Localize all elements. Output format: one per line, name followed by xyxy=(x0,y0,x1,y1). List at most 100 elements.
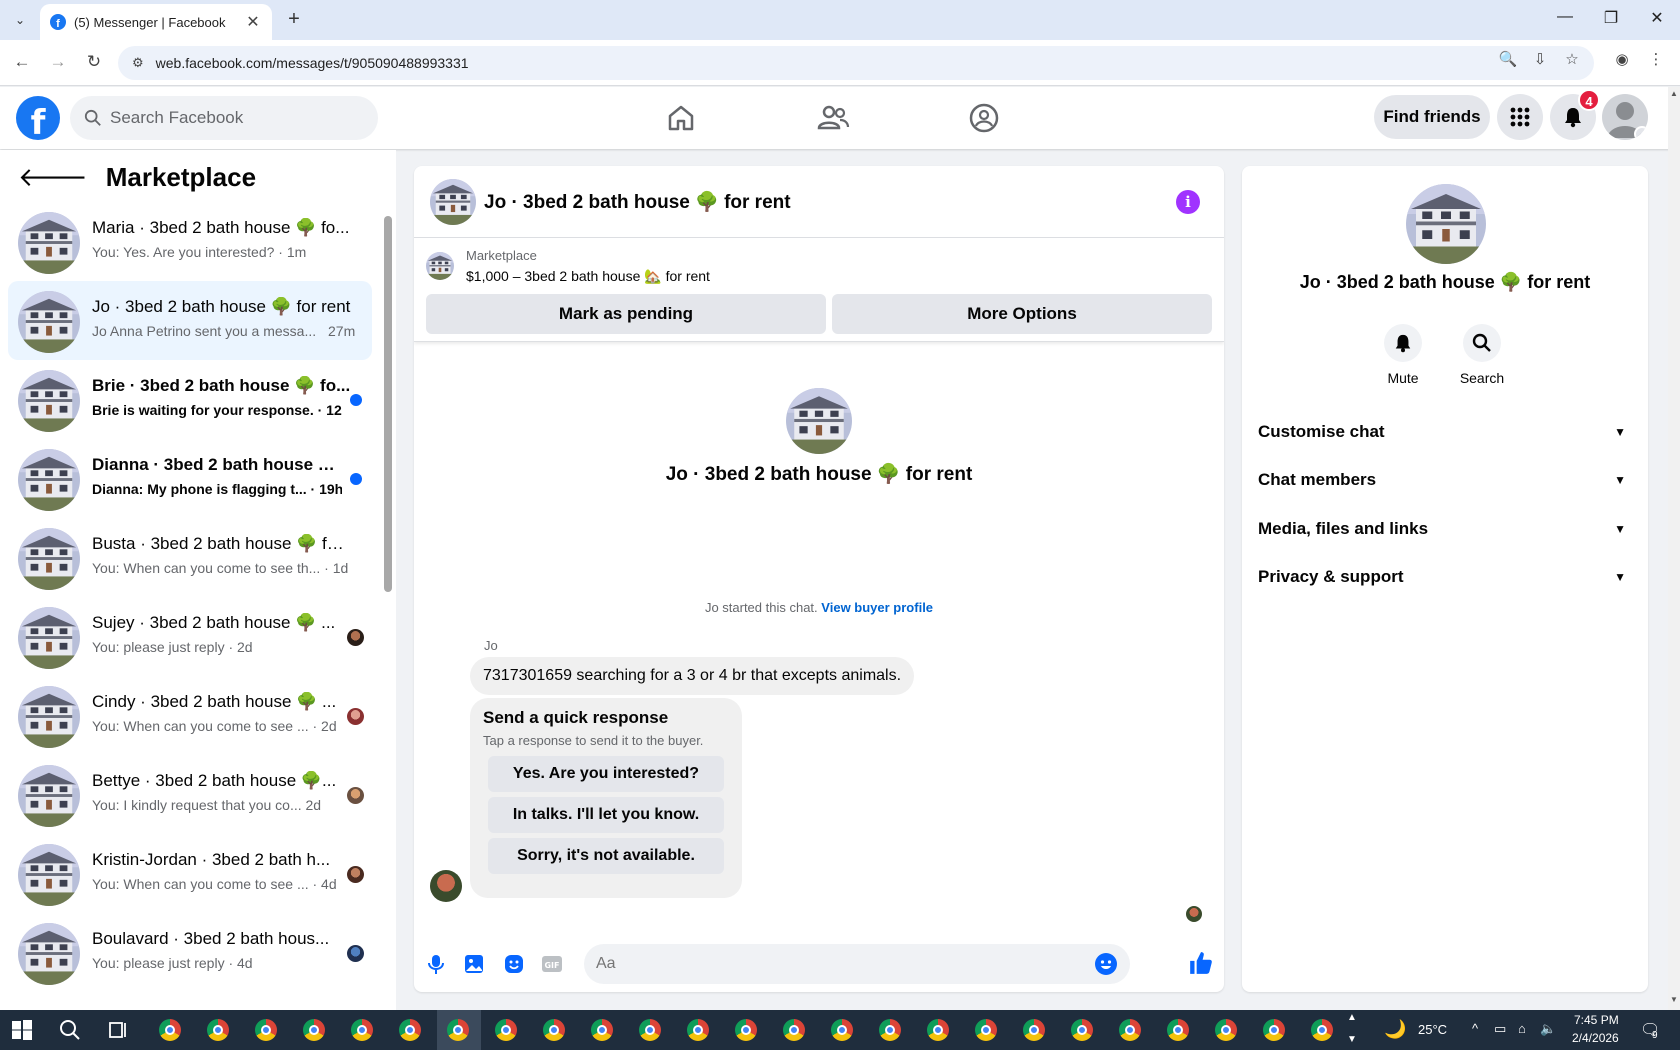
site-info-icon[interactable]: ⚙ xyxy=(132,55,144,71)
chrome-taskbar-icon[interactable] xyxy=(687,1019,709,1041)
address-bar[interactable]: ⚙ web.facebook.com/messages/t/9050904889… xyxy=(118,46,1594,80)
conversation-item[interactable]: Boulavard · 3bed 2 bath hous... You: ple… xyxy=(8,913,372,992)
chrome-taskbar-icon[interactable] xyxy=(1263,1019,1285,1041)
customise-chat-row[interactable]: Customise chat ▼ xyxy=(1258,412,1632,452)
close-tab-icon[interactable]: ✕ xyxy=(244,12,262,32)
scroll-down-icon[interactable]: ▼ xyxy=(1670,995,1678,1004)
more-options-button[interactable]: More Options xyxy=(832,294,1212,334)
chrome-taskbar-icon[interactable] xyxy=(591,1019,613,1041)
conversation-item[interactable]: Dianna · 3bed 2 bath house 🌳... Dianna: … xyxy=(8,439,372,518)
chrome-taskbar-icon[interactable] xyxy=(927,1019,949,1041)
photo-icon[interactable] xyxy=(462,952,486,976)
sticker-icon[interactable] xyxy=(502,952,526,976)
chrome-taskbar-icon[interactable] xyxy=(447,1019,469,1041)
conversation-scrollbar[interactable] xyxy=(382,202,392,1002)
zoom-icon[interactable]: 🔍 xyxy=(1496,50,1520,68)
chrome-taskbar-icon[interactable] xyxy=(975,1019,997,1041)
message-input[interactable] xyxy=(596,944,1086,984)
chrome-taskbar-icon[interactable] xyxy=(207,1019,229,1041)
search-in-conversation-button[interactable]: Search xyxy=(1452,324,1512,386)
listing-price-title[interactable]: $1,000 – 3bed 2 bath house 🏡 for rent xyxy=(466,268,710,285)
account-avatar[interactable]: ⌄ xyxy=(1602,94,1648,140)
weather-icon[interactable]: 🌙 xyxy=(1384,1019,1406,1040)
scroll-up-icon[interactable]: ▲ xyxy=(1670,89,1678,98)
chrome-taskbar-icon[interactable] xyxy=(351,1019,373,1041)
chrome-taskbar-icon[interactable] xyxy=(1215,1019,1237,1041)
chrome-taskbar-icon[interactable] xyxy=(399,1019,421,1041)
microphone-icon[interactable] xyxy=(424,952,448,976)
emoji-icon[interactable] xyxy=(1094,952,1118,976)
privacy-support-row[interactable]: Privacy & support ▼ xyxy=(1258,557,1632,597)
chrome-taskbar-icon[interactable] xyxy=(1071,1019,1093,1041)
conversation-item[interactable]: Kristin-Jordan · 3bed 2 bath h... You: W… xyxy=(8,834,372,913)
view-buyer-profile-link[interactable]: View buyer profile xyxy=(821,600,933,615)
quick-response-option[interactable]: In talks. I'll let you know. xyxy=(488,797,724,833)
chrome-taskbar-icon[interactable] xyxy=(879,1019,901,1041)
conversation-item[interactable]: Maria · 3bed 2 bath house 🌳 fo... You: Y… xyxy=(8,202,372,281)
minimize-icon[interactable]: — xyxy=(1550,8,1580,26)
mark-as-pending-button[interactable]: Mark as pending xyxy=(426,294,826,334)
windows-start-icon[interactable] xyxy=(10,1018,34,1042)
find-friends-button[interactable]: Find friends xyxy=(1374,95,1490,139)
browser-menu-icon[interactable]: ⋮ xyxy=(1644,50,1668,68)
home-icon[interactable] xyxy=(663,100,699,136)
reload-icon[interactable]: ↻ xyxy=(82,50,106,74)
chat-title[interactable]: Jo · 3bed 2 bath house 🌳 for rent xyxy=(484,190,791,214)
chrome-taskbar-icon[interactable] xyxy=(543,1019,565,1041)
chat-members-row[interactable]: Chat members ▼ xyxy=(1258,460,1632,500)
clock-date[interactable]: 2/4/2026 xyxy=(1572,1031,1619,1045)
restore-icon[interactable]: ❐ xyxy=(1596,8,1626,28)
conversation-item-active[interactable]: Jo · 3bed 2 bath house 🌳 for rent Jo Ann… xyxy=(8,281,372,360)
temperature[interactable]: 25°C xyxy=(1418,1022,1447,1037)
forward-icon[interactable]: → xyxy=(46,50,70,74)
chrome-taskbar-icon[interactable] xyxy=(783,1019,805,1041)
chrome-taskbar-icon[interactable] xyxy=(1311,1019,1333,1041)
task-view-icon[interactable] xyxy=(106,1018,130,1042)
back-arrow-icon[interactable]: 🡐 xyxy=(18,162,88,193)
facebook-logo-icon[interactable]: f xyxy=(16,96,60,140)
mute-button[interactable]: Mute xyxy=(1373,324,1433,386)
network-icon[interactable]: ▭ xyxy=(1494,1021,1506,1037)
browser-tab-messenger[interactable]: f (5) Messenger | Facebook ✕ xyxy=(40,4,272,40)
back-icon[interactable]: ← xyxy=(10,50,34,74)
close-window-icon[interactable]: ✕ xyxy=(1642,8,1672,28)
bookmark-star-icon[interactable]: ☆ xyxy=(1560,50,1584,68)
media-files-links-row[interactable]: Media, files and links ▼ xyxy=(1258,509,1632,549)
gif-icon[interactable]: GIF xyxy=(540,952,564,976)
thumbs-up-icon[interactable] xyxy=(1188,950,1214,976)
install-app-icon[interactable]: ⇩ xyxy=(1528,50,1552,68)
page-scrollbar[interactable]: ▲ ▼ xyxy=(1668,87,1680,1010)
tray-chevron-icon[interactable]: ^ xyxy=(1472,1021,1478,1036)
conversation-item[interactable]: Busta · 3bed 2 bath house 🌳 for... You: … xyxy=(8,518,372,597)
conversation-item[interactable]: Sujey · 3bed 2 bath house 🌳 ... You: ple… xyxy=(8,597,372,676)
quick-response-option[interactable]: Sorry, it's not available. xyxy=(488,838,724,874)
chrome-taskbar-icon[interactable] xyxy=(495,1019,517,1041)
profile-icon[interactable]: ◉ xyxy=(1610,50,1634,68)
sender-avatar[interactable] xyxy=(430,870,462,902)
taskbar-scroll-down-icon[interactable]: ▼ xyxy=(1347,1034,1357,1045)
search-icon[interactable] xyxy=(58,1018,82,1042)
quick-response-option[interactable]: Yes. Are you interested? xyxy=(488,756,724,792)
conversation-item[interactable]: Brie · 3bed 2 bath house 🌳 fo... Brie is… xyxy=(8,360,372,439)
chrome-taskbar-icon[interactable] xyxy=(735,1019,757,1041)
groups-icon[interactable] xyxy=(966,100,1002,136)
chrome-taskbar-icon[interactable] xyxy=(1167,1019,1189,1041)
chrome-taskbar-icon[interactable] xyxy=(303,1019,325,1041)
facebook-search-input[interactable]: Search Facebook xyxy=(70,96,378,140)
menu-grid-button[interactable] xyxy=(1497,94,1543,140)
chrome-taskbar-icon[interactable] xyxy=(255,1019,277,1041)
volume-icon[interactable]: 🔈 xyxy=(1540,1021,1556,1037)
chrome-taskbar-icon[interactable] xyxy=(639,1019,661,1041)
friends-icon[interactable] xyxy=(815,100,851,136)
new-tab-icon[interactable]: + xyxy=(282,8,306,32)
chat-avatar[interactable] xyxy=(430,179,476,225)
info-icon[interactable]: i xyxy=(1176,190,1200,214)
clock-time[interactable]: 7:45 PM xyxy=(1574,1013,1619,1027)
incoming-message-bubble[interactable]: 7317301659 searching for a 3 or 4 br tha… xyxy=(470,657,915,695)
chrome-taskbar-icon[interactable] xyxy=(1023,1019,1045,1041)
chrome-taskbar-icon[interactable] xyxy=(159,1019,181,1041)
taskbar-scroll-up-icon[interactable]: ▲ xyxy=(1347,1012,1357,1023)
conversation-item[interactable]: Bettye · 3bed 2 bath house 🌳... You: I k… xyxy=(8,755,372,834)
scrollbar-thumb[interactable] xyxy=(384,216,392,592)
wifi-icon[interactable]: ⌂ xyxy=(1518,1021,1526,1036)
